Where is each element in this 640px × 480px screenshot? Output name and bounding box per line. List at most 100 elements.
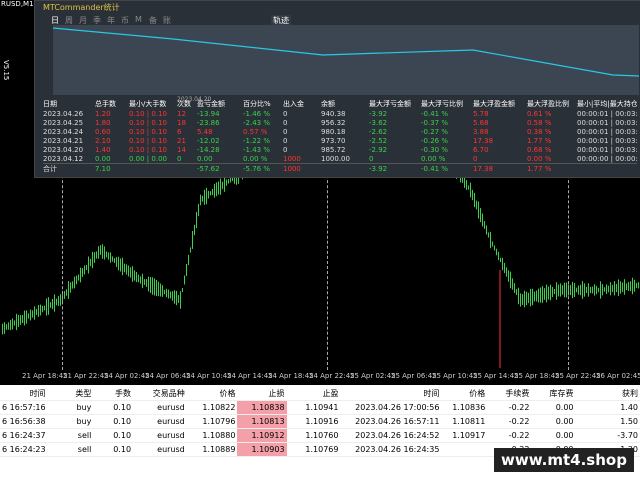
candle	[96, 251, 97, 259]
candle	[602, 284, 603, 296]
orders-header[interactable]: 手数	[93, 387, 134, 401]
candle	[228, 179, 229, 184]
candle	[28, 313, 29, 319]
stats-cell: -0.30 %	[421, 145, 448, 154]
orders-header[interactable]: 止损	[237, 387, 287, 401]
orders-header[interactable]: 获利	[575, 387, 640, 401]
stats-header: 总手数	[95, 100, 116, 108]
candle	[126, 264, 127, 275]
candle	[176, 290, 177, 306]
candle	[164, 289, 165, 295]
stats-cell: 0.57 %	[243, 127, 268, 136]
candle	[632, 277, 633, 295]
candle	[142, 273, 143, 289]
stats-cell: -1.46 %	[243, 109, 270, 118]
candle	[520, 293, 521, 307]
stats-cell: 0.38 %	[527, 127, 552, 136]
candle	[106, 251, 107, 258]
order-cell: 6 16:24:23	[0, 442, 48, 457]
stats-cell: 0.00	[95, 154, 111, 163]
candle	[230, 177, 231, 183]
candle	[38, 305, 39, 317]
candle	[166, 288, 167, 298]
orders-header[interactable]: 手续费	[487, 387, 532, 401]
orders-header[interactable]: 时间	[0, 387, 48, 401]
candle	[606, 284, 607, 294]
orders-header[interactable]: 价格	[441, 387, 488, 401]
orders-header[interactable]: 价格	[186, 387, 238, 401]
stats-cell: 00:00:00 | 00:00:00 | 00:0	[577, 154, 637, 163]
candle	[478, 201, 479, 219]
stats-cell: 2023.04.12	[43, 154, 84, 163]
candle	[574, 282, 575, 298]
order-row[interactable]: 6 16:57:16 buy 0.10 eurusd 1.10822 1.10838 1.1…	[0, 400, 640, 415]
order-row[interactable]: 6 16:56:38 buy 0.10 eurusd 1.10796 1.10813 1.1…	[0, 414, 640, 429]
orders-header[interactable]: 库存费	[531, 387, 576, 401]
orders-header[interactable]: 止盈	[286, 387, 341, 401]
candle	[114, 258, 115, 263]
stats-row: 2023.04.12 0.00 0.00 | 0.00 0 0.00 0.00 % 1000…	[43, 154, 637, 164]
candle	[200, 194, 201, 206]
stats-cell: 0	[369, 154, 374, 163]
stats-cell: 2023.04.21	[43, 136, 84, 145]
stats-cell: -0.26 %	[421, 136, 448, 145]
stats-cell: 3.88	[473, 127, 489, 136]
order-cell: 1.10760	[286, 428, 341, 443]
candle	[128, 265, 129, 277]
candle	[610, 282, 611, 296]
candle	[138, 274, 139, 283]
balance-line-plot	[52, 27, 640, 77]
order-cell: 1.10769	[286, 442, 341, 457]
stats-header: 余额	[321, 100, 335, 108]
order-cell: 1.10880	[186, 428, 238, 443]
orders-header[interactable]: 交易品种	[133, 387, 187, 401]
stats-cell: -14.28	[197, 145, 220, 154]
candle	[562, 285, 563, 295]
candle	[68, 281, 69, 299]
candle	[84, 265, 85, 275]
candle	[44, 305, 45, 311]
candle	[584, 283, 585, 297]
order-cell: 2023.04.26 16:24:52	[340, 428, 442, 443]
candle	[576, 287, 577, 293]
mtcommander-stats-panel: MTCommander统计 日周月季年币M备账户 轨迹 2023.04.20 日…	[34, 0, 640, 178]
order-row[interactable]: 6 16:24:37 sell 0.10 eurusd 1.10880 1.10912 1.…	[0, 428, 640, 443]
candle	[10, 319, 11, 331]
order-cell: 0.00	[531, 428, 576, 443]
stats-cell: 5.48	[197, 127, 213, 136]
candle	[122, 257, 123, 276]
stats-total-cell	[577, 163, 637, 174]
candle	[12, 318, 13, 330]
time-tick: 24 Apr 06:45	[145, 372, 191, 380]
orders-header[interactable]: 时间	[340, 387, 442, 401]
candle	[532, 288, 533, 306]
order-cell: 0.10	[93, 428, 134, 443]
stats-total-cell	[177, 163, 197, 174]
candle	[30, 309, 31, 321]
time-tick: 24 Apr 02:45	[104, 372, 150, 380]
order-cell: 1.10813	[237, 414, 287, 429]
candle	[578, 285, 579, 295]
order-cell: buy	[47, 414, 94, 429]
candle	[174, 290, 175, 304]
candle	[524, 290, 525, 308]
orders-header[interactable]: 类型	[47, 387, 94, 401]
candle	[604, 287, 605, 292]
stats-cell: 1000.00	[321, 154, 350, 163]
order-cell: -0.22	[487, 414, 532, 429]
order-cell: eurusd	[133, 400, 187, 415]
candle	[180, 291, 181, 309]
candle	[220, 178, 221, 195]
candle	[510, 271, 511, 289]
stats-header: 最小|平均|最大持仓时间	[577, 100, 637, 108]
order-cell: -3.70	[575, 428, 640, 443]
candle	[526, 291, 527, 306]
candle	[634, 279, 635, 292]
order-cell: 1.10917	[441, 428, 488, 443]
candle	[490, 231, 491, 249]
candle	[146, 279, 147, 287]
tab-6[interactable]: M	[135, 15, 142, 24]
stats-cell: 1.20	[95, 109, 111, 118]
candle	[88, 256, 89, 274]
candle	[494, 245, 495, 251]
